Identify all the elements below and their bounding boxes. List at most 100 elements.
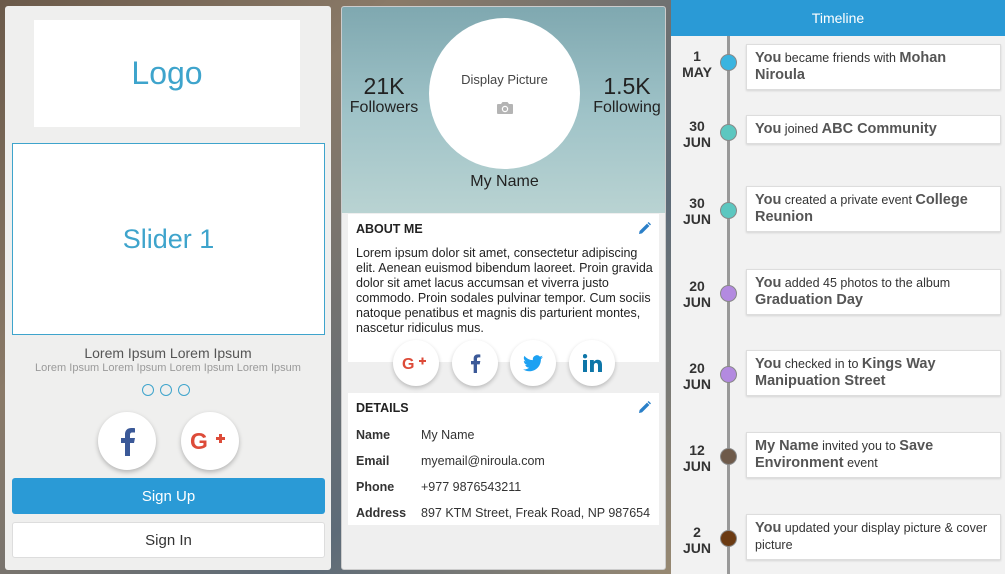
timeline-day: 20 xyxy=(689,278,705,294)
details-header: DETAILS xyxy=(348,393,659,422)
timeline-card[interactable]: My Name invited you to Save Environment … xyxy=(746,432,1001,478)
slider-title: Lorem Ipsum Lorem Ipsum xyxy=(84,345,252,361)
timeline-day: 30 xyxy=(689,118,705,134)
following-label[interactable]: Following xyxy=(582,99,665,117)
detail-value: myemail@niroula.com xyxy=(421,454,545,468)
timeline-action: checked in to xyxy=(781,357,862,371)
timeline-date: 20 JUN xyxy=(677,360,717,392)
following-count: 1.5K xyxy=(603,73,651,99)
timeline-month: JUN xyxy=(682,540,711,556)
timeline-date: 30 JUN xyxy=(677,195,717,227)
timeline-object[interactable]: Graduation Day xyxy=(755,292,863,308)
twitter-profile-link[interactable] xyxy=(510,340,556,386)
timeline-card[interactable]: You added 45 photos to the album Graduat… xyxy=(746,269,1001,315)
logo: Logo xyxy=(34,20,300,127)
slider[interactable]: Slider 1 xyxy=(12,143,325,335)
timeline-date: 2 JUN xyxy=(677,524,717,556)
timeline-line xyxy=(727,36,730,574)
timeline-month: JUN xyxy=(682,376,711,392)
display-picture[interactable]: Display Picture xyxy=(429,18,580,169)
timeline-action-suffix: event xyxy=(843,456,878,470)
timeline-action: created a private event xyxy=(781,193,916,207)
login-panel: Logo Slider 1 Lorem Ipsum Lorem Ipsum Lo… xyxy=(5,6,331,570)
timeline-actor: You xyxy=(755,356,782,372)
detail-row-address: Address 897 KTM Street, Freak Road, NP 9… xyxy=(348,500,659,526)
slider-subtitle: Lorem Ipsum Lorem Ipsum Lorem Ipsum Lore… xyxy=(35,362,301,374)
timeline-date: 12 JUN xyxy=(677,442,717,474)
timeline-actor: You xyxy=(755,121,782,137)
facebook-profile-link[interactable] xyxy=(452,340,498,386)
timeline-actor: You xyxy=(755,520,782,536)
timeline-action: joined xyxy=(781,122,822,136)
facebook-icon xyxy=(121,428,135,456)
timeline-month: MAY xyxy=(682,64,712,80)
timeline-card[interactable]: You updated your display picture & cover… xyxy=(746,514,1001,560)
about-text: Lorem ipsum dolor sit amet, consectetur … xyxy=(356,246,653,335)
timeline-actor: You xyxy=(755,50,782,66)
slider-dot-3[interactable] xyxy=(178,384,190,396)
timeline-actor: My Name xyxy=(755,438,819,454)
timeline-dot xyxy=(720,448,737,465)
timeline-day: 12 xyxy=(689,442,705,458)
camera-icon xyxy=(496,102,513,114)
timeline-title: Timeline xyxy=(811,10,865,26)
linkedin-profile-link[interactable] xyxy=(569,340,615,386)
timeline-dot xyxy=(720,285,737,302)
slider-dot-1[interactable] xyxy=(142,384,154,396)
twitter-icon xyxy=(523,354,543,371)
slider-dot-2[interactable] xyxy=(160,384,172,396)
timeline-date: 20 JUN xyxy=(677,278,717,310)
google-plus-login-button[interactable]: G xyxy=(181,412,239,470)
edit-pencil-icon[interactable] xyxy=(638,222,651,235)
timeline-card[interactable]: You checked in to Kings Way Manipuation … xyxy=(746,350,1001,396)
timeline-day: 30 xyxy=(689,195,705,211)
timeline-action: updated your display picture & cover pic… xyxy=(755,521,987,552)
detail-label: Name xyxy=(356,428,391,442)
detail-row-name: Name My Name xyxy=(348,422,659,448)
slider-pagination xyxy=(142,384,190,396)
timeline-card[interactable]: You created a private event College Reun… xyxy=(746,186,1001,232)
facebook-icon xyxy=(471,354,481,373)
timeline-header: Timeline xyxy=(671,0,1005,36)
followers-label[interactable]: Followers xyxy=(342,99,429,117)
timeline-action: became friends with xyxy=(781,51,900,65)
logo-text: Logo xyxy=(131,55,203,91)
timeline-day: 1 xyxy=(693,48,701,64)
timeline-month: JUN xyxy=(682,134,711,150)
google-plus-icon: G xyxy=(190,428,225,454)
detail-value: My Name xyxy=(421,428,475,442)
timeline-day: 2 xyxy=(693,524,701,540)
about-header: ABOUT ME xyxy=(348,214,659,243)
details-title: DETAILS xyxy=(356,400,409,415)
sign-up-button[interactable]: Sign Up xyxy=(12,478,325,514)
timeline-action: added 45 photos to the album xyxy=(781,276,951,290)
svg-text:G: G xyxy=(190,428,208,454)
timeline-actor: You xyxy=(755,275,782,291)
timeline-month: JUN xyxy=(682,211,711,227)
timeline-card[interactable]: You joined ABC Community xyxy=(746,115,1001,144)
facebook-login-button[interactable] xyxy=(98,412,156,470)
timeline-card[interactable]: You became friends with Mohan Niroula xyxy=(746,44,1001,90)
about-title: ABOUT ME xyxy=(356,221,423,236)
google-plus-icon: G xyxy=(402,356,426,372)
linkedin-icon xyxy=(582,354,602,372)
timeline-panel: Timeline 1 MAY You became friends with M… xyxy=(671,0,1005,574)
details-card: DETAILS Name My Name Email myemail@nirou… xyxy=(348,393,659,525)
followers-count: 21K xyxy=(363,73,405,99)
timeline-dot xyxy=(720,530,737,547)
sign-in-button[interactable]: Sign In xyxy=(12,522,325,558)
edit-pencil-icon[interactable] xyxy=(638,401,651,414)
timeline-object[interactable]: ABC Community xyxy=(822,121,937,137)
detail-row-email: Email myemail@niroula.com xyxy=(348,448,659,474)
slider-label: Slider 1 xyxy=(122,223,215,254)
detail-label: Phone xyxy=(356,480,395,494)
profile-name: My Name xyxy=(470,173,539,190)
google-plus-profile-link[interactable]: G xyxy=(393,340,439,386)
svg-text:G: G xyxy=(402,356,414,372)
profile-panel: 21K Followers 1.5K Following Display Pic… xyxy=(341,6,666,570)
timeline-month: JUN xyxy=(682,458,711,474)
detail-label: Address xyxy=(356,506,407,520)
detail-value: +977 9876543211 xyxy=(421,480,522,494)
timeline-dot xyxy=(720,366,737,383)
timeline-dot xyxy=(720,202,737,219)
